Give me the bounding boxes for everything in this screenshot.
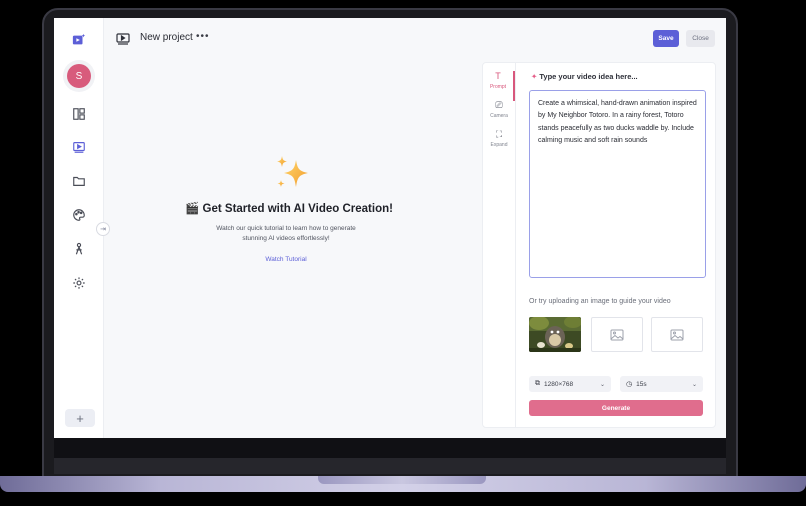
laptop-lid-bottom (54, 458, 726, 474)
topbar: New project ••• Save Close (104, 18, 726, 58)
tab-camera-label: Camera (490, 113, 508, 119)
video-add-icon[interactable] (69, 30, 89, 50)
avatar[interactable]: S (67, 64, 91, 88)
image-placeholder-icon (610, 329, 624, 340)
screen-bezel-bottom (54, 438, 726, 458)
uploaded-image-thumbnail[interactable] (529, 317, 581, 352)
project-title[interactable]: New project (140, 32, 193, 43)
image-placeholder-icon (670, 329, 684, 340)
watch-tutorial-link[interactable]: Watch Tutorial (240, 256, 332, 263)
resolution-value: 1280×768 (544, 380, 574, 388)
generation-panel: T Prompt ⎚ Camera ⛶ Expand ✦ Type your v… (482, 62, 716, 428)
image-upload-slot[interactable] (651, 317, 703, 352)
sparkle-icon (272, 154, 312, 194)
folder-icon[interactable] (69, 171, 89, 191)
tab-prompt-label: Prompt (489, 84, 507, 90)
panel-tabs: T Prompt ⎚ Camera ⛶ Expand (483, 63, 516, 427)
save-button[interactable]: Save (653, 30, 679, 47)
hero-title: 🎬 Get Started with AI Video Creation! (185, 203, 393, 215)
app-screen: S + ⇥ New project ••• Save Close 🎬 Get S… (54, 18, 726, 438)
chevron-down-icon: ⌄ (691, 381, 697, 388)
gear-icon[interactable] (69, 273, 89, 293)
duration-value: 15s (636, 380, 647, 388)
prompt-heading-text: Type your video idea here... (539, 72, 638, 81)
tab-camera[interactable]: ⎚ Camera (483, 100, 515, 130)
sidebar-collapse-handle[interactable]: ⇥ (96, 222, 110, 236)
hero-description: Watch our quick tutorial to learn how to… (216, 225, 356, 242)
upload-label: Or try uploading an image to guide your … (529, 298, 671, 305)
tab-expand-label: Expand (490, 142, 508, 148)
close-button[interactable]: Close (686, 30, 715, 47)
add-button[interactable]: + (65, 409, 95, 427)
tab-expand[interactable]: ⛶ Expand (483, 129, 515, 159)
expand-icon: ⛶ (495, 129, 503, 139)
clock-icon: ◷ (626, 381, 633, 388)
layout-icon[interactable] (69, 104, 89, 124)
prompt-input[interactable]: Create a whimsical, hand-drawn animation… (529, 90, 706, 278)
resolution-select[interactable]: ⧉ 1280×768 ⌄ (529, 376, 611, 392)
tab-prompt[interactable]: T Prompt (483, 71, 515, 101)
laptop-base-notch (318, 476, 486, 484)
text-icon: T (495, 71, 501, 81)
palette-icon[interactable] (69, 205, 89, 225)
sparkle-small-icon: ✦ (531, 72, 538, 81)
camera-icon: ⎚ (495, 100, 503, 110)
duration-select[interactable]: ◷ 15s ⌄ (620, 376, 703, 392)
project-video-icon (116, 32, 130, 45)
more-icon[interactable]: ••• (196, 31, 210, 42)
chevron-down-icon: ⌄ (599, 381, 605, 388)
prompt-heading: ✦ Type your video idea here... (531, 72, 638, 81)
video-icon[interactable] (69, 137, 89, 157)
generate-button[interactable]: Generate (529, 400, 703, 416)
aspect-ratio-icon: ⧉ (535, 380, 540, 387)
image-upload-slot[interactable] (591, 317, 643, 352)
person-icon[interactable] (69, 239, 89, 259)
